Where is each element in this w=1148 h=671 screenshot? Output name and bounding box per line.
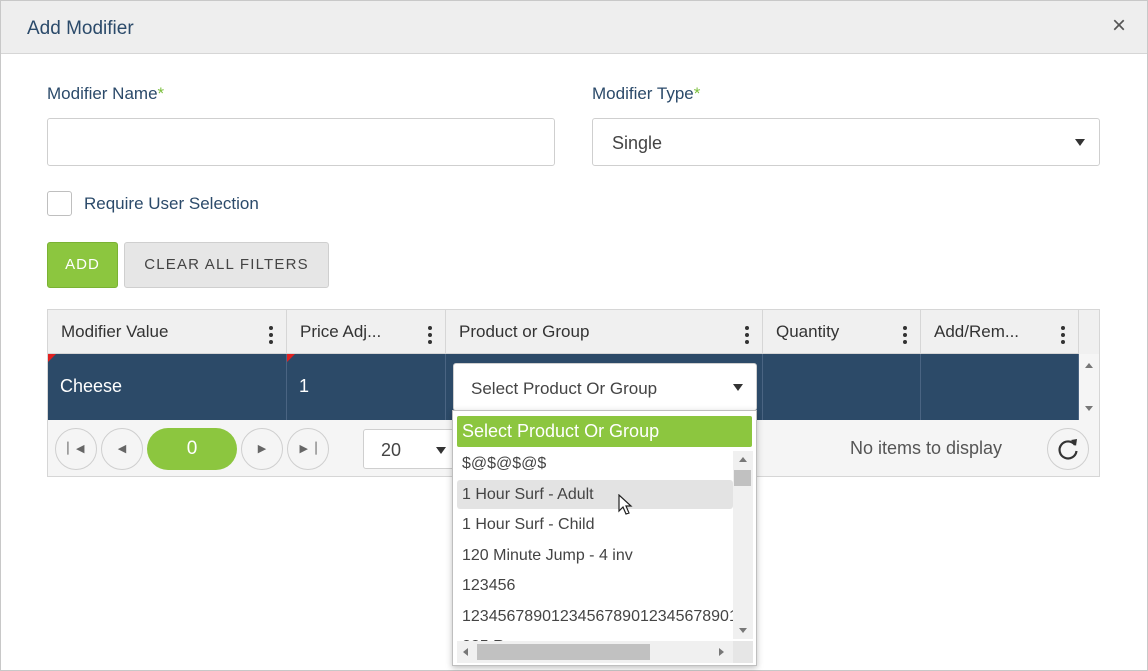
dropdown-scroll-thumb[interactable] xyxy=(734,470,751,486)
scroll-down-icon[interactable] xyxy=(739,628,747,633)
dropdown-option[interactable]: 225 R xyxy=(457,632,733,641)
column-menu-icon[interactable] xyxy=(1061,326,1065,344)
column-menu-icon[interactable] xyxy=(903,326,907,344)
caret-down-icon xyxy=(1075,139,1085,146)
grid-header: Modifier Value Price Adj... Product or G… xyxy=(48,310,1099,354)
modifier-type-value: Single xyxy=(612,133,663,153)
modifier-type-label: Modifier Type* xyxy=(592,84,700,104)
scroll-down-icon[interactable] xyxy=(1085,406,1093,411)
column-header-label: Add/Rem... xyxy=(934,322,1020,341)
caret-down-icon xyxy=(733,384,743,391)
scroll-left-icon[interactable] xyxy=(463,648,468,656)
modifier-name-label: Modifier Name* xyxy=(47,84,164,104)
dropdown-option[interactable]: 1 Hour Surf - Child xyxy=(457,510,733,539)
column-header-price-adjustment[interactable]: Price Adj... xyxy=(287,310,446,354)
dropdown-option[interactable]: 1234567890123456789012345678901234567890 xyxy=(457,602,733,631)
last-page-icon: ▶▕ xyxy=(299,443,317,455)
refresh-button[interactable] xyxy=(1047,428,1089,470)
product-or-group-value: Select Product Or Group xyxy=(471,379,658,398)
caret-down-icon xyxy=(436,447,446,454)
column-header-product-or-group[interactable]: Product or Group xyxy=(446,310,763,354)
add-button[interactable]: ADD xyxy=(47,242,118,288)
column-header-label: Product or Group xyxy=(459,322,590,341)
cell-text: 1 xyxy=(299,376,310,396)
scroll-up-icon[interactable] xyxy=(739,457,747,462)
cell-price-adjustment[interactable]: 1 xyxy=(287,354,446,420)
dropdown-option[interactable]: 120 Minute Jump - 4 inv xyxy=(457,541,733,570)
first-page-icon: ▏◀ xyxy=(67,443,85,455)
column-header-label: Price Adj... xyxy=(300,322,382,341)
pager-status: No items to display xyxy=(850,438,1003,458)
mouse-cursor-icon xyxy=(618,494,633,515)
required-mark: * xyxy=(157,84,165,103)
page-size-select[interactable]: 20 xyxy=(363,429,455,469)
column-menu-icon[interactable] xyxy=(745,326,749,344)
refresh-icon xyxy=(1058,439,1078,460)
dropdown-horizontal-scrollbar[interactable] xyxy=(457,641,733,663)
scroll-right-icon[interactable] xyxy=(719,648,724,656)
require-user-selection-label: Require User Selection xyxy=(84,194,259,213)
modifier-name-label-text: Modifier Name xyxy=(47,84,158,103)
current-page-indicator[interactable]: 0 xyxy=(147,428,237,470)
last-page-button[interactable]: ▶▕ xyxy=(287,428,329,470)
dirty-cell-marker xyxy=(48,354,56,362)
first-page-button[interactable]: ▏◀ xyxy=(55,428,97,470)
dropdown-option[interactable]: $@$@$@$ xyxy=(457,449,733,478)
grid-vertical-scrollbar[interactable] xyxy=(1079,354,1099,420)
column-header-quantity[interactable]: Quantity xyxy=(763,310,921,354)
cell-text: Cheese xyxy=(60,376,123,396)
dirty-cell-marker xyxy=(287,354,295,362)
dropdown-vertical-scrollbar[interactable] xyxy=(733,451,753,639)
dropdown-hscroll-thumb[interactable] xyxy=(477,644,650,660)
clear-all-filters-button[interactable]: CLEAR ALL FILTERS xyxy=(124,242,329,288)
dropdown-option-hovered[interactable]: 1 Hour Surf - Adult xyxy=(457,480,733,509)
dialog-titlebar: Add Modifier × xyxy=(1,1,1147,54)
product-or-group-dropdown: Select Product Or Group $@$@$@$ 1 Hour S… xyxy=(452,410,757,666)
cell-modifier-value[interactable]: Cheese xyxy=(48,354,287,420)
cell-quantity[interactable] xyxy=(763,354,921,420)
dialog-title: Add Modifier xyxy=(27,18,134,39)
next-page-icon: ▶ xyxy=(257,443,267,455)
prev-page-button[interactable]: ◀ xyxy=(101,428,143,470)
grid-header-scroll-spacer xyxy=(1079,310,1099,354)
column-header-label: Quantity xyxy=(776,322,840,341)
require-user-selection-checkbox[interactable] xyxy=(47,191,72,216)
cell-add-remove[interactable] xyxy=(921,354,1079,420)
modifier-type-label-text: Modifier Type xyxy=(592,84,694,103)
column-header-modifier-value[interactable]: Modifier Value xyxy=(48,310,287,354)
modifier-type-select[interactable]: Single xyxy=(592,118,1100,166)
next-page-button[interactable]: ▶ xyxy=(241,428,283,470)
prev-page-icon: ◀ xyxy=(117,443,127,455)
column-menu-icon[interactable] xyxy=(428,326,432,344)
column-header-add-remove[interactable]: Add/Rem... xyxy=(921,310,1079,354)
product-or-group-select[interactable]: Select Product Or Group xyxy=(453,363,757,411)
close-icon[interactable]: × xyxy=(1108,14,1130,38)
modifier-name-input[interactable] xyxy=(47,118,555,166)
scroll-up-icon[interactable] xyxy=(1085,363,1093,368)
column-menu-icon[interactable] xyxy=(269,326,273,344)
required-mark: * xyxy=(693,84,701,103)
dropdown-option[interactable]: 123456 xyxy=(457,571,733,600)
scrollbar-corner xyxy=(733,641,753,663)
column-header-label: Modifier Value xyxy=(61,322,169,341)
page-size-value: 20 xyxy=(381,440,402,460)
dropdown-option-selected[interactable]: Select Product Or Group xyxy=(457,416,752,447)
add-modifier-dialog: Add Modifier × Modifier Name* Modifier T… xyxy=(0,0,1148,671)
